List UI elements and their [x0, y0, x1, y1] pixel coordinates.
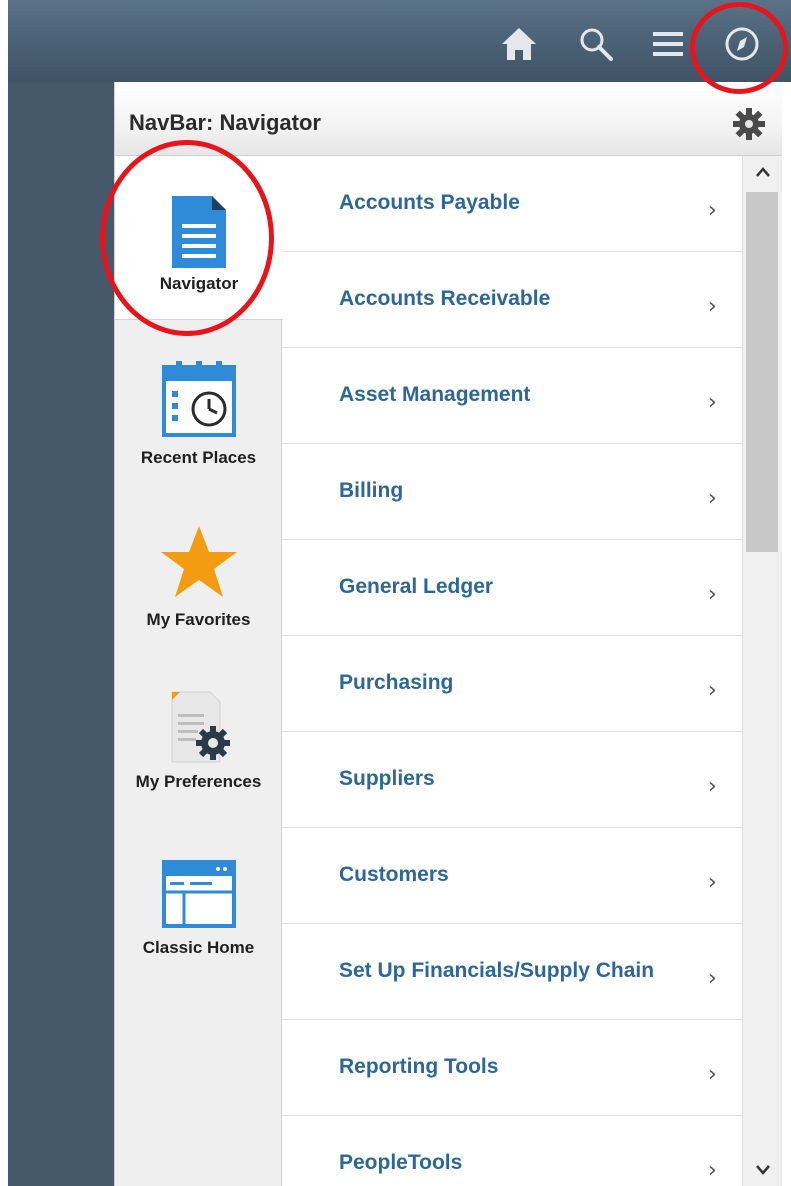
top-banner [8, 0, 791, 82]
menu-item-label: Accounts Payable [339, 191, 520, 214]
tab-navigator[interactable]: Navigator [115, 156, 283, 320]
menu-item-label: Set Up Financials/Supply Chain [339, 959, 655, 982]
menu-item-label: Reporting Tools [339, 1055, 499, 1078]
tab-label: Recent Places [140, 448, 257, 467]
tab-label: Classic Home [142, 938, 255, 957]
document-gear-icon [171, 691, 230, 763]
menu-scrollbar[interactable] [742, 156, 782, 1186]
chevron-right-icon: › [708, 678, 717, 703]
chevron-up-icon [756, 167, 770, 177]
menu-item-asset-management[interactable]: Asset Management › [282, 348, 742, 444]
menu-item-purchasing[interactable]: Purchasing › [282, 636, 742, 732]
chevron-right-icon: › [708, 966, 717, 991]
chevron-right-icon: › [708, 774, 717, 799]
menu-item-customers[interactable]: Customers › [282, 828, 742, 924]
navbar-tabs: Navigator Recent Places My Favorites My … [115, 156, 283, 1186]
panel-title: NavBar: Navigator [129, 110, 321, 135]
menu-item-label: Accounts Receivable [339, 287, 551, 310]
star-icon [160, 526, 237, 597]
search-button[interactable] [574, 22, 618, 66]
home-button[interactable] [497, 22, 541, 66]
chevron-right-icon: › [708, 390, 717, 415]
gear-icon [733, 108, 765, 140]
navigator-menu: Accounts Payable › Accounts Receivable ›… [282, 156, 742, 1186]
menu-item-suppliers[interactable]: Suppliers › [282, 732, 742, 828]
calendar-clock-icon [161, 361, 236, 437]
window-icon [161, 860, 236, 928]
tab-recent-places[interactable]: Recent Places [115, 322, 282, 486]
menu-item-accounts-receivable[interactable]: Accounts Receivable › [282, 252, 742, 348]
menu-item-set-up-financials[interactable]: Set Up Financials/Supply Chain › [282, 924, 742, 1020]
tab-label: Navigator [159, 274, 239, 293]
menu-item-label: Suppliers [339, 767, 435, 790]
menu-item-label: General Ledger [339, 575, 494, 598]
menu-item-label: Billing [339, 479, 404, 502]
compass-icon [725, 27, 759, 61]
home-icon [502, 28, 536, 60]
chevron-down-icon [756, 1165, 770, 1175]
navbar-panel: NavBar: Navigator Navigator Recent Place… [114, 82, 782, 1186]
menu-icon [653, 32, 683, 56]
chevron-right-icon: › [708, 294, 717, 319]
navbar-button[interactable] [720, 22, 764, 66]
menu-item-general-ledger[interactable]: General Ledger › [282, 540, 742, 636]
settings-button[interactable] [729, 104, 769, 144]
actions-menu-button[interactable] [646, 22, 690, 66]
menu-item-label: Asset Management [339, 383, 531, 406]
menu-item-label: PeopleTools [339, 1151, 463, 1174]
menu-item-reporting-tools[interactable]: Reporting Tools › [282, 1020, 742, 1116]
chevron-right-icon: › [708, 870, 717, 895]
tab-label: My Favorites [146, 610, 251, 629]
chevron-right-icon: › [708, 198, 717, 223]
panel-header: NavBar: Navigator [115, 82, 782, 156]
scroll-down-button[interactable] [743, 1156, 783, 1184]
tab-classic-home[interactable]: Classic Home [115, 818, 282, 982]
chevron-right-icon: › [708, 1158, 717, 1183]
chevron-right-icon: › [708, 1062, 717, 1087]
tab-my-favorites[interactable]: My Favorites [115, 486, 282, 650]
menu-item-billing[interactable]: Billing › [282, 444, 742, 540]
tab-my-preferences[interactable]: My Preferences [115, 652, 282, 816]
menu-item-label: Purchasing [339, 671, 454, 694]
chevron-right-icon: › [708, 486, 717, 511]
menu-item-peopletools[interactable]: PeopleTools › [282, 1116, 742, 1186]
menu-item-label: Customers [339, 863, 449, 886]
search-icon [580, 28, 613, 61]
document-icon [172, 196, 226, 268]
scroll-thumb[interactable] [746, 192, 778, 552]
page-background-strip [8, 82, 114, 1186]
menu-item-accounts-payable[interactable]: Accounts Payable › [282, 156, 742, 252]
tab-label: My Preferences [135, 772, 262, 791]
chevron-right-icon: › [708, 582, 717, 607]
scroll-up-button[interactable] [743, 158, 783, 186]
